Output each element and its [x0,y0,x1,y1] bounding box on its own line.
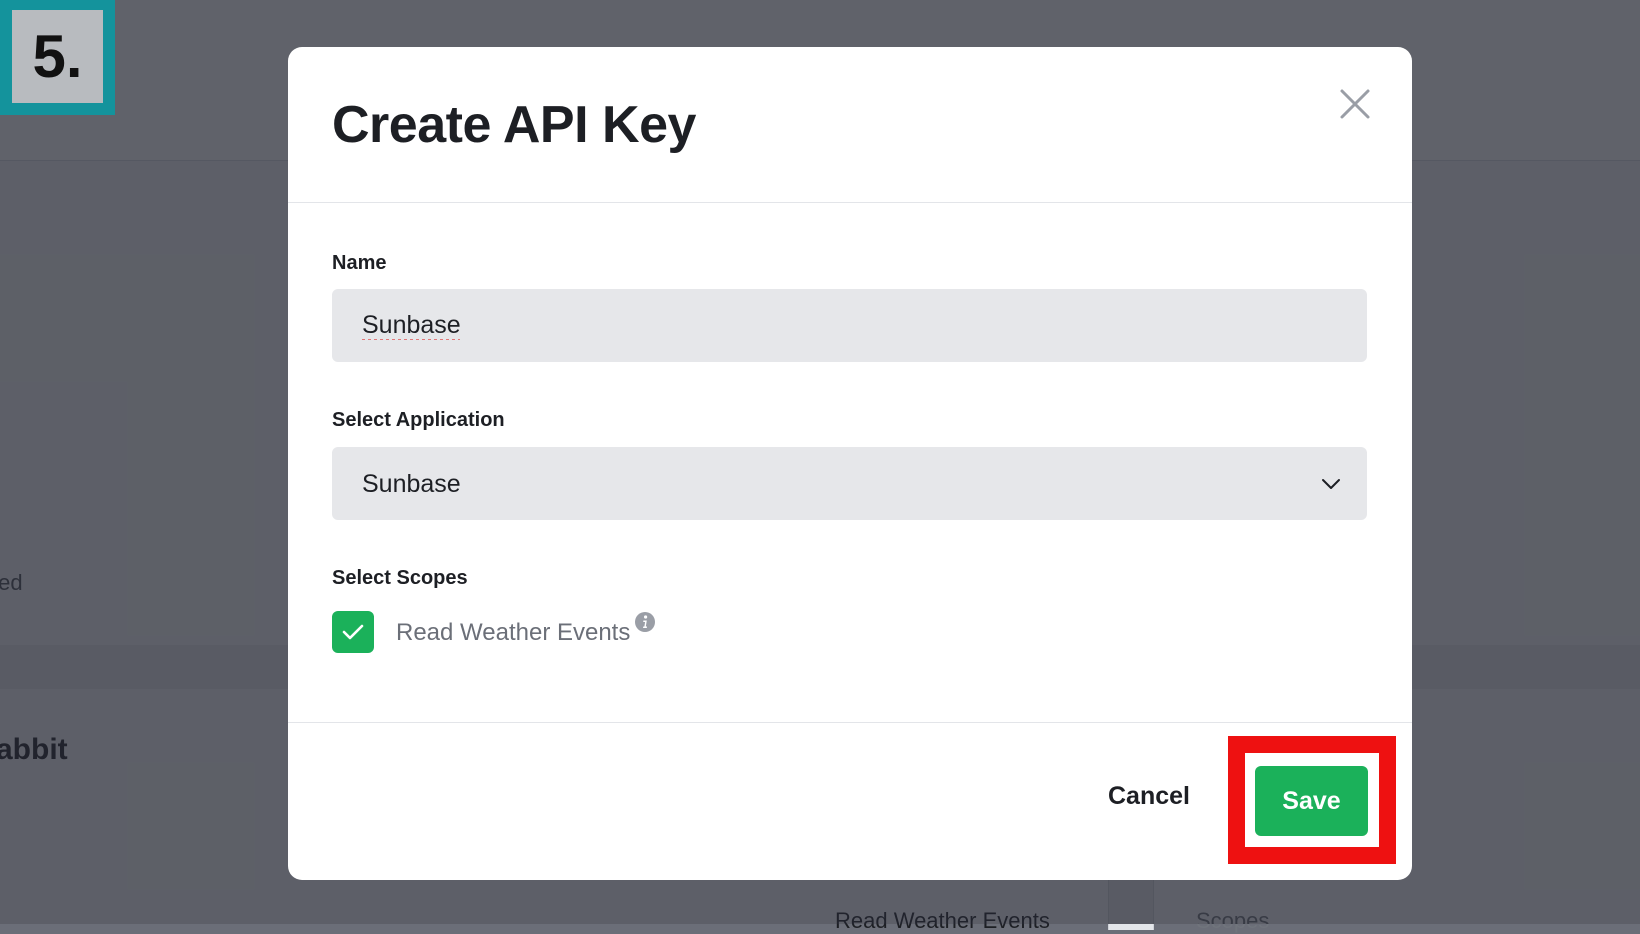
select-scopes-label: Select Scopes [332,567,468,590]
select-application-label: Select Application [332,409,505,432]
chevron-down-icon [1321,474,1341,494]
save-button[interactable]: Save [1255,766,1368,836]
info-icon[interactable] [634,611,656,633]
create-api-key-modal: Create API Key Name Select Application S… [288,47,1412,880]
scope-label-read-weather-events: Read Weather Events [396,619,630,647]
modal-header: Create API Key [288,47,1412,203]
cancel-button[interactable]: Cancel [1108,782,1190,811]
close-icon [1338,87,1372,121]
application-select[interactable]: Sunbase [332,447,1367,520]
name-label: Name [332,252,386,275]
checkmark-icon [342,623,364,641]
close-button[interactable] [1338,87,1372,121]
step-badge-label: 5. [12,10,103,103]
name-input[interactable] [332,289,1367,362]
modal-footer: Cancel Save [288,722,1412,881]
step-badge: 5. [0,0,115,115]
application-select-value: Sunbase [362,470,461,499]
scope-checkbox-read-weather-events[interactable] [332,611,374,653]
modal-title: Create API Key [332,95,696,155]
